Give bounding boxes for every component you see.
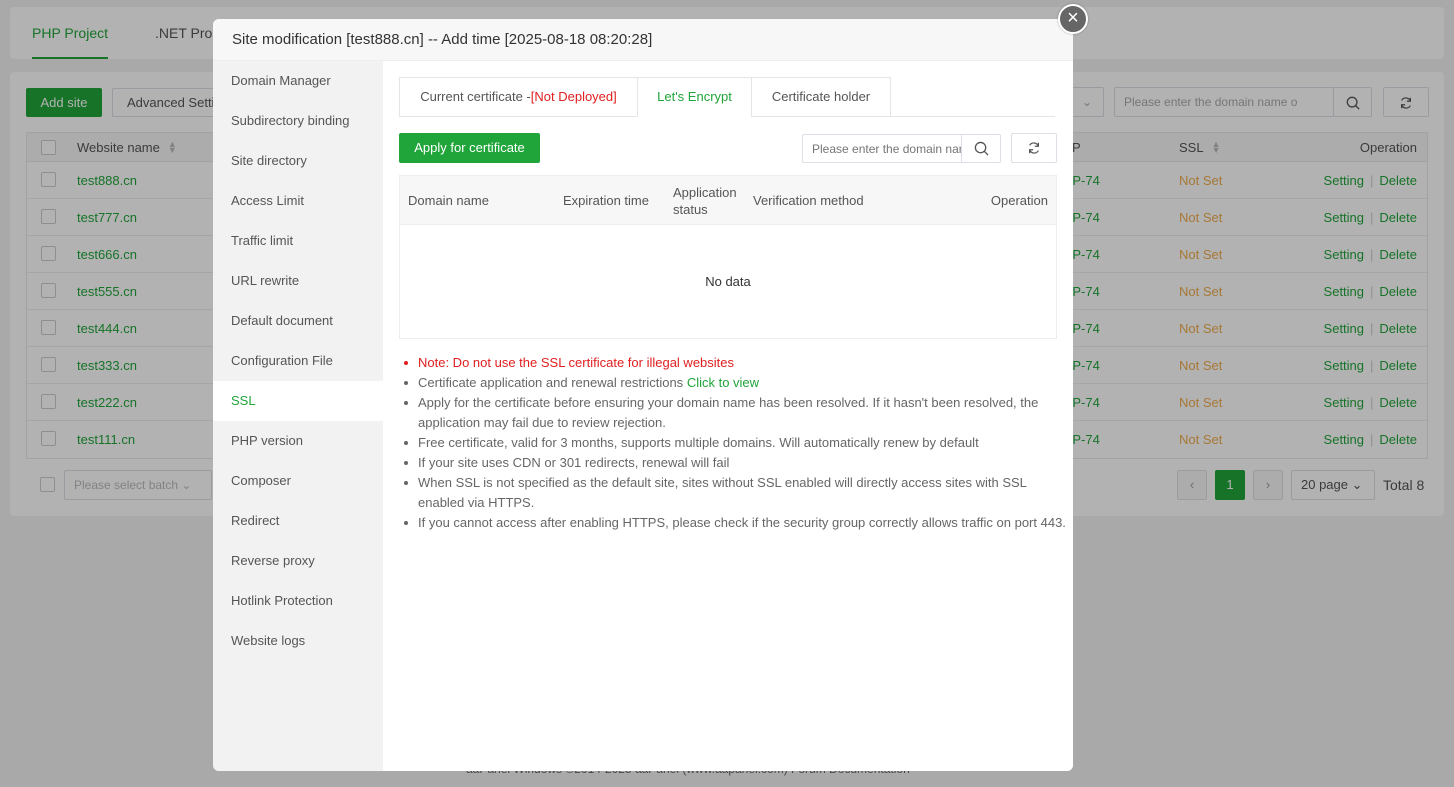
- cert-search-input[interactable]: [803, 135, 961, 162]
- tip-resolve: Apply for the certificate before ensurin…: [399, 393, 1069, 433]
- close-icon: ×: [1067, 7, 1079, 29]
- ssl-tabs: Current certificate -[Not Deployed] Let'…: [399, 77, 1055, 117]
- sidebar-item-composer[interactable]: Composer: [213, 461, 383, 501]
- tip-default-site: When SSL is not specified as the default…: [399, 473, 1069, 513]
- header-verification-method: Verification method: [753, 193, 864, 208]
- sidebar-item-site-directory[interactable]: Site directory: [213, 141, 383, 181]
- sidebar-item-traffic-limit[interactable]: Traffic limit: [213, 221, 383, 261]
- empty-state: No data: [705, 274, 751, 289]
- header-expiration-time: Expiration time: [563, 193, 649, 208]
- tip-warning: Note: Do not use the SSL certificate for…: [399, 353, 1069, 373]
- cert-search: [802, 134, 1001, 163]
- tab-certificate-holder[interactable]: Certificate holder: [751, 77, 891, 117]
- cert-table: Domain name Expiration time Application …: [399, 175, 1057, 339]
- sidebar-item-hotlink-protection[interactable]: Hotlink Protection: [213, 581, 383, 621]
- cert-table-header: Domain name Expiration time Application …: [400, 176, 1056, 225]
- header-application-status: Application status: [673, 184, 737, 217]
- tip-cdn: If your site uses CDN or 301 redirects, …: [399, 453, 1069, 473]
- modal-close-button[interactable]: ×: [1058, 4, 1088, 34]
- header-operation: Operation: [990, 193, 1048, 208]
- tab-current-certificate[interactable]: Current certificate -[Not Deployed]: [399, 77, 638, 117]
- modal-sidebar: Domain Manager Subdirectory binding Site d…: [213, 61, 383, 771]
- sidebar-item-url-rewrite[interactable]: URL rewrite: [213, 261, 383, 301]
- sidebar-item-ssl[interactable]: SSL: [213, 381, 383, 421]
- tab-lets-encrypt[interactable]: Let's Encrypt: [637, 77, 752, 117]
- cert-refresh-button[interactable]: [1011, 133, 1057, 163]
- ssl-content: Current certificate -[Not Deployed] Let'…: [383, 61, 1073, 771]
- sidebar-item-configuration-file[interactable]: Configuration File: [213, 341, 383, 381]
- sidebar-item-website-logs[interactable]: Website logs: [213, 621, 383, 661]
- sidebar-item-default-document[interactable]: Default document: [213, 301, 383, 341]
- tip-port: If you cannot access after enabling HTTP…: [399, 513, 1069, 533]
- tip-free: Free certificate, valid for 3 months, su…: [399, 433, 1069, 453]
- ssl-tips: Note: Do not use the SSL certificate for…: [399, 353, 1069, 533]
- sidebar-item-domain-manager[interactable]: Domain Manager: [213, 61, 383, 101]
- modal-title: Site modification [test888.cn] -- Add ti…: [213, 19, 1073, 61]
- sidebar-item-redirect[interactable]: Redirect: [213, 501, 383, 541]
- refresh-icon: [1029, 142, 1039, 154]
- header-domain-name: Domain name: [408, 193, 489, 208]
- tip-restrictions: Certificate application and renewal rest…: [399, 373, 1069, 393]
- search-icon: [974, 141, 989, 156]
- apply-certificate-button[interactable]: Apply for certificate: [399, 133, 540, 163]
- sidebar-item-php-version[interactable]: PHP version: [213, 421, 383, 461]
- sidebar-item-reverse-proxy[interactable]: Reverse proxy: [213, 541, 383, 581]
- site-modification-modal: Site modification [test888.cn] -- Add ti…: [213, 19, 1073, 771]
- sidebar-item-access-limit[interactable]: Access Limit: [213, 181, 383, 221]
- sidebar-item-subdirectory-binding[interactable]: Subdirectory binding: [213, 101, 383, 141]
- restrictions-link[interactable]: Click to view: [687, 375, 759, 390]
- cert-search-button[interactable]: [961, 135, 1000, 162]
